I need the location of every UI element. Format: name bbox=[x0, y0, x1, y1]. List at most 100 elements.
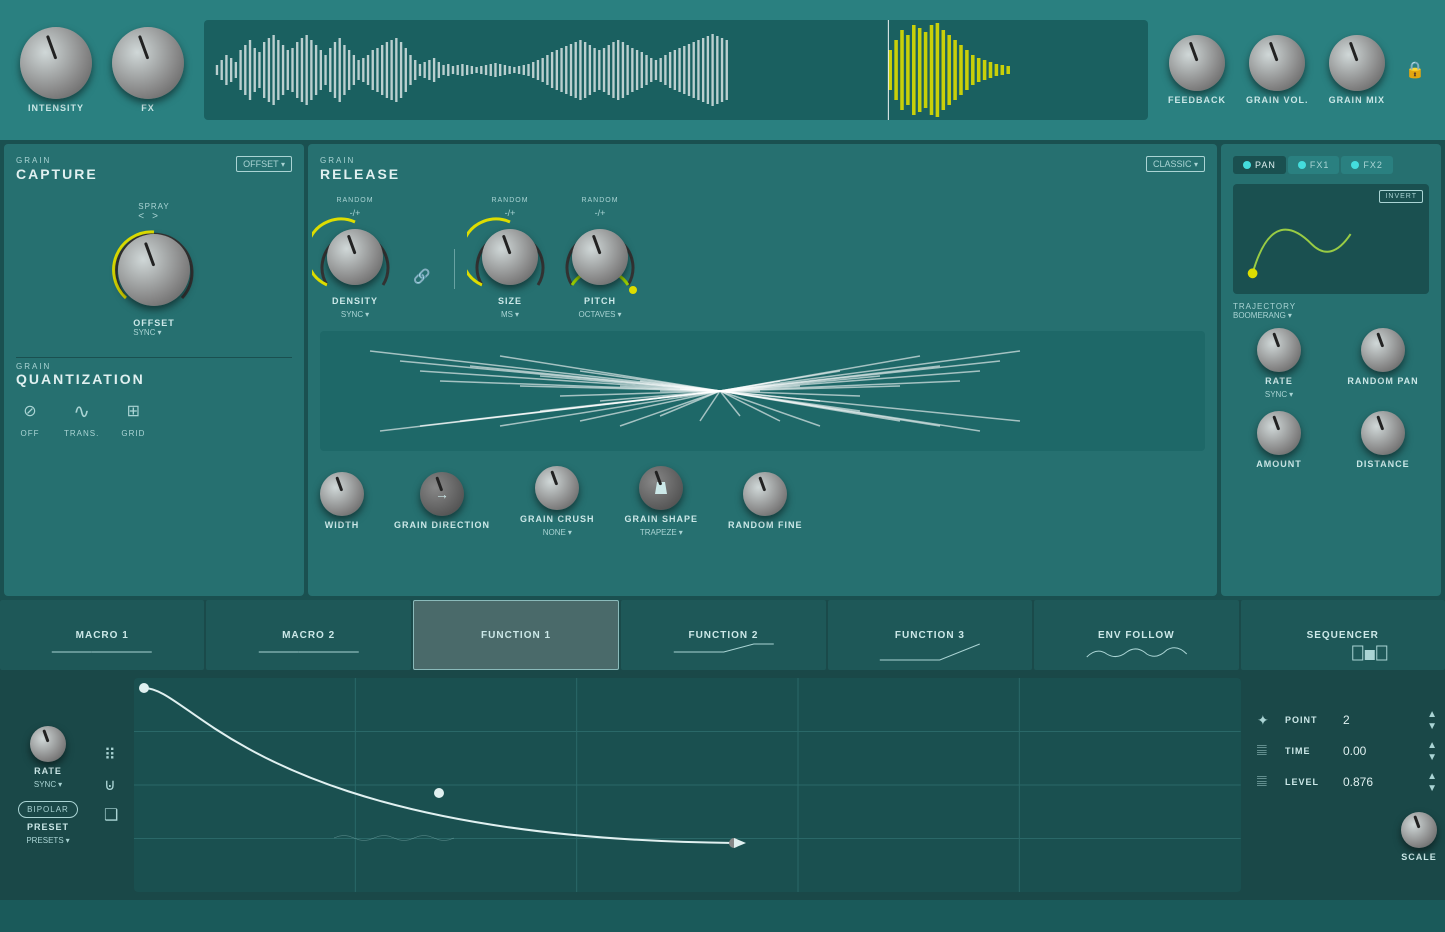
copy-icon[interactable]: ❑ bbox=[104, 805, 118, 825]
rate-label: RATE bbox=[1265, 376, 1293, 386]
tab-function2[interactable]: FUNCTION 2 bbox=[621, 600, 825, 670]
sync-chevron-icon: ▾ bbox=[157, 328, 161, 337]
random-pan-knob[interactable] bbox=[1361, 328, 1405, 372]
grain-capture-mode-dropdown[interactable]: OFFSET ▾ bbox=[236, 156, 292, 172]
tab-macro1[interactable]: MACRO 1 bbox=[0, 600, 204, 670]
intensity-knob-container: INTENSITY bbox=[20, 27, 92, 113]
tab-fx1[interactable]: FX1 bbox=[1288, 156, 1340, 174]
trajectory-labels: TRAJECTORY BOOMERANG ▾ bbox=[1233, 302, 1429, 320]
rate-knob[interactable] bbox=[1257, 328, 1301, 372]
level-icon: 𝄚 bbox=[1257, 775, 1277, 790]
tab-macro2[interactable]: MACRO 2 bbox=[206, 600, 410, 670]
fx1-power-icon bbox=[1298, 161, 1306, 169]
width-group: WIDTH bbox=[320, 472, 364, 530]
quant-off[interactable]: ⊘ OFF bbox=[16, 397, 44, 438]
grain-direction-knob[interactable]: → bbox=[420, 472, 464, 516]
bipolar-button[interactable]: BIPOLAR bbox=[18, 801, 78, 818]
grain-capture-title-line1: GRAIN bbox=[16, 156, 98, 166]
quant-trans[interactable]: ∿ TRANS. bbox=[64, 397, 99, 438]
quant-grid-label: GRID bbox=[121, 429, 145, 438]
point-stepper[interactable]: ▲ ▼ bbox=[1427, 709, 1437, 732]
chevron-down-icon: ▾ bbox=[281, 160, 285, 169]
magnet-icon[interactable]: ⊍ bbox=[104, 775, 118, 795]
tab-function1[interactable]: FUNCTION 1 bbox=[413, 600, 619, 670]
time-stepper[interactable]: ▲ ▼ bbox=[1427, 740, 1437, 763]
time-down-icon[interactable]: ▼ bbox=[1427, 752, 1437, 763]
point-up-icon[interactable]: ▲ bbox=[1427, 709, 1437, 720]
preset-section: BIPOLAR PRESET PRESETS ▾ bbox=[18, 801, 78, 845]
seq-rate-knob[interactable] bbox=[30, 726, 66, 762]
scale-knob-area: SCALE bbox=[1401, 812, 1437, 862]
point-down-icon[interactable]: ▼ bbox=[1427, 721, 1437, 732]
grid-dots-icon[interactable]: ⠿ bbox=[104, 745, 118, 765]
time-up-icon[interactable]: ▲ bbox=[1427, 740, 1437, 751]
density-sync: SYNC ▾ bbox=[341, 310, 369, 319]
grain-vol-knob[interactable] bbox=[1249, 35, 1305, 91]
level-label: LEVEL bbox=[1285, 777, 1335, 787]
quant-title-line2: QUANTIZATION bbox=[16, 371, 292, 387]
grain-mix-knob-container: GRAIN MIX bbox=[1329, 35, 1386, 105]
density-knob[interactable] bbox=[327, 229, 383, 285]
size-knob[interactable] bbox=[482, 229, 538, 285]
tab-sequencer[interactable]: SEQUENCER bbox=[1241, 600, 1445, 670]
pan-tabs: PAN FX1 FX2 bbox=[1233, 156, 1429, 174]
level-up-icon[interactable]: ▲ bbox=[1427, 771, 1437, 782]
fx1-tab-label: FX1 bbox=[1310, 160, 1330, 170]
presets-chevron-icon: ▾ bbox=[66, 836, 70, 845]
level-stepper[interactable]: ▲ ▼ bbox=[1427, 771, 1437, 794]
scale-knob[interactable] bbox=[1401, 812, 1437, 848]
waveform-display[interactable] bbox=[204, 20, 1148, 120]
envelope-end-arrow bbox=[734, 838, 746, 848]
tab-function3[interactable]: FUNCTION 3 bbox=[828, 600, 1032, 670]
macro1-wave bbox=[20, 642, 184, 662]
grain-vol-label: GRAIN VOL. bbox=[1246, 95, 1309, 105]
quantization-title: GRAIN QUANTIZATION bbox=[16, 362, 292, 388]
spray-left-icon[interactable]: < bbox=[138, 211, 144, 222]
main-area: GRAIN CAPTURE OFFSET ▾ SPRAY < > bbox=[0, 140, 1445, 600]
tab-env-follow[interactable]: ENV FOLLOW bbox=[1034, 600, 1238, 670]
width-knob[interactable] bbox=[320, 472, 364, 516]
quant-off-icon: ⊘ bbox=[16, 397, 44, 425]
intensity-knob[interactable] bbox=[20, 27, 92, 99]
offset-sync: SYNC ▾ bbox=[133, 328, 175, 337]
offset-knob[interactable] bbox=[118, 234, 190, 306]
grain-shape-knob[interactable] bbox=[639, 466, 683, 510]
link-icon[interactable]: 🔗 bbox=[410, 265, 434, 289]
grain-crush-knob[interactable] bbox=[535, 466, 579, 510]
bottom-sequencer-area: RATE SYNC ▾ BIPOLAR PRESET PRESETS ▾ ⠿ ⊍… bbox=[0, 670, 1445, 900]
presets-label: PRESETS bbox=[26, 836, 63, 845]
random-fine-knob[interactable] bbox=[743, 472, 787, 516]
feedback-knob[interactable] bbox=[1169, 35, 1225, 91]
point-icon: ✦ bbox=[1257, 712, 1277, 729]
seq-main-envelope[interactable] bbox=[134, 678, 1241, 892]
presets-dropdown[interactable]: PRESETS ▾ bbox=[26, 836, 69, 845]
pitch-knob[interactable] bbox=[572, 229, 628, 285]
env-follow-wave bbox=[1055, 642, 1219, 662]
tab-fx2[interactable]: FX2 bbox=[1341, 156, 1393, 174]
level-down-icon[interactable]: ▼ bbox=[1427, 783, 1437, 794]
grain-mix-knob[interactable] bbox=[1329, 35, 1385, 91]
tab-pan[interactable]: PAN bbox=[1233, 156, 1286, 174]
distance-knob[interactable] bbox=[1361, 411, 1405, 455]
fx2-power-icon bbox=[1351, 161, 1359, 169]
quant-trans-icon: ∿ bbox=[68, 397, 96, 425]
amount-knob[interactable] bbox=[1257, 411, 1301, 455]
seq-rate-group: RATE SYNC ▾ bbox=[30, 726, 66, 789]
grain-release-mode-dropdown[interactable]: CLASSIC ▾ bbox=[1146, 156, 1205, 172]
trajectory-label: TRAJECTORY bbox=[1233, 302, 1429, 311]
distance-label: DISTANCE bbox=[1356, 459, 1409, 469]
distance-group: DISTANCE bbox=[1337, 411, 1429, 469]
spray-right-icon[interactable]: > bbox=[152, 211, 158, 222]
spray-arrows: < > bbox=[138, 211, 170, 222]
fx-label: FX bbox=[141, 103, 155, 113]
pitch-sync: OCTAVES ▾ bbox=[578, 310, 621, 319]
grain-capture-mode-label: OFFSET bbox=[243, 159, 278, 169]
rate-chevron-icon: ▾ bbox=[1289, 390, 1293, 399]
trajectory-display: INVERT bbox=[1233, 184, 1429, 294]
quant-grid[interactable]: ⊞ GRID bbox=[119, 397, 147, 438]
top-bar: INTENSITY FX bbox=[0, 0, 1445, 140]
quant-trans-label: TRANS. bbox=[64, 429, 99, 438]
fx-knob[interactable] bbox=[112, 27, 184, 99]
seq-icons-column: ⠿ ⊍ ❑ bbox=[104, 745, 118, 825]
invert-button[interactable]: INVERT bbox=[1379, 190, 1423, 203]
